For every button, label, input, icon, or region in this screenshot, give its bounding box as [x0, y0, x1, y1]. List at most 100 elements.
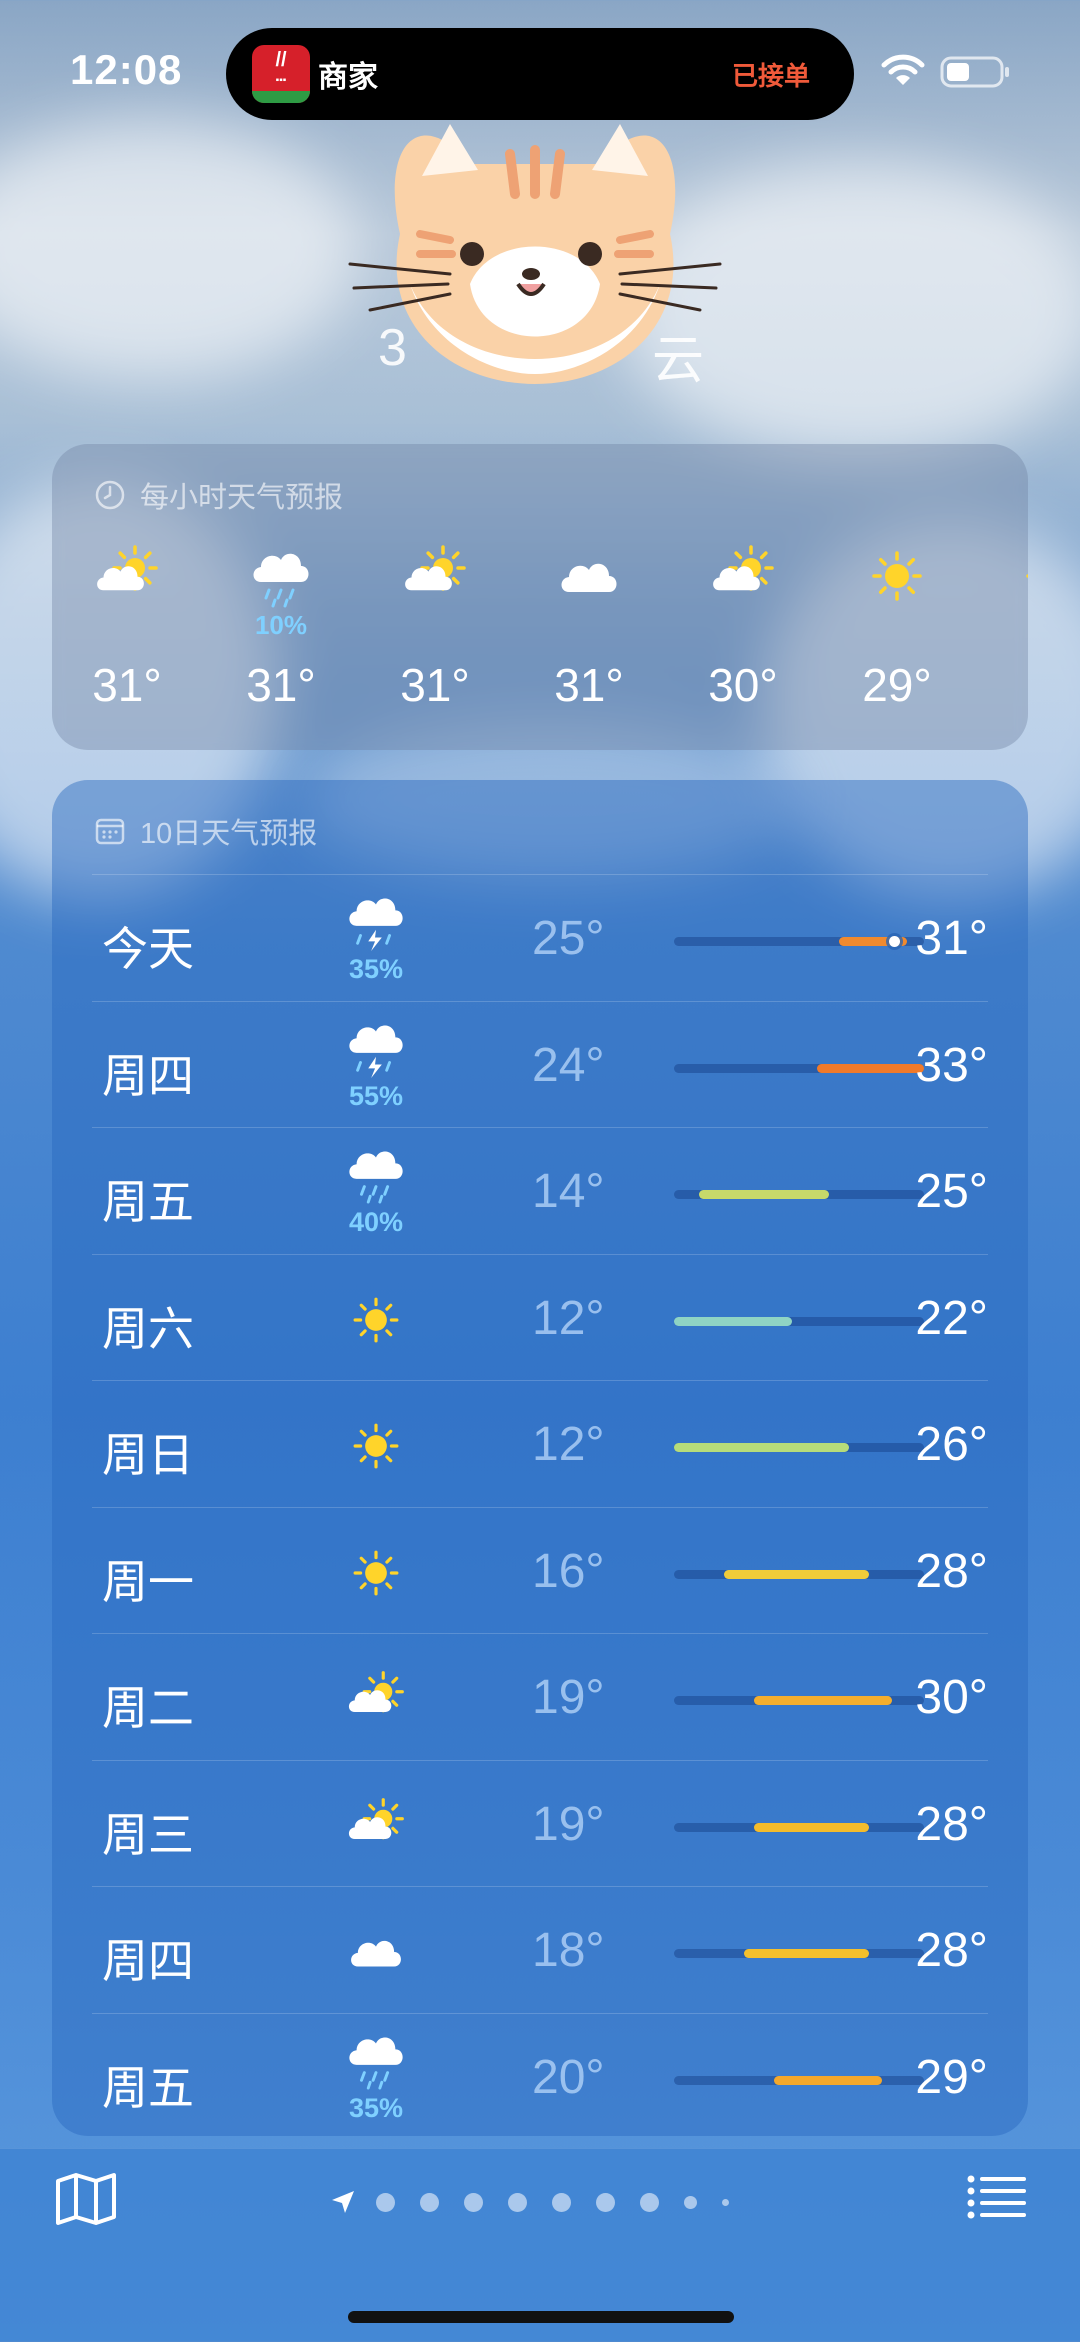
map-icon[interactable]: [54, 2171, 118, 2227]
daily-row[interactable]: 周一 16° 28°: [92, 1506, 988, 1634]
temp-range-bar: [674, 1696, 924, 1705]
sun-icon: [1026, 574, 1028, 578]
day-condition: [330, 1670, 422, 1733]
home-indicator[interactable]: [348, 2311, 734, 2323]
day-name: 周四: [102, 1049, 194, 1102]
temp-range-fill: [816, 1063, 924, 1073]
temp-range-bar: [674, 1063, 924, 1073]
hourly-icon-wrap: [380, 544, 490, 608]
day-name: 周三: [102, 1808, 194, 1861]
thunderstorm-icon: [349, 1024, 403, 1078]
daily-row[interactable]: 周五 40% 14° 25°: [92, 1127, 988, 1254]
day-low-temp: 12°: [532, 1291, 605, 1345]
day-high-temp: 28°: [915, 1544, 988, 1598]
hourly-item: 30°: [688, 544, 798, 712]
partly-sunny-icon: [348, 1671, 404, 1713]
page-dot[interactable]: [552, 2192, 571, 2212]
temp-range-fill: [724, 1569, 869, 1579]
day-low-temp: 12°: [532, 1418, 605, 1471]
day-high-temp: 29°: [915, 2050, 988, 2104]
hourly-icon-wrap: [842, 544, 952, 608]
daily-row[interactable]: 周三 19° 28°: [92, 1759, 988, 1887]
partly-sunny-icon: [405, 545, 466, 591]
temp-range-fill: [744, 1949, 869, 1958]
hourly-icon-wrap: [688, 544, 798, 608]
live-activity-status: 已接单: [731, 60, 810, 91]
day-precip: 40%: [348, 1207, 404, 1237]
ten-day-forecast-card[interactable]: 10日天气预报 今天 35% 25° 31° 周四 55% 24° 33° 周五 40% 14° 25…: [52, 780, 1028, 2136]
day-low-temp: 20°: [532, 2050, 605, 2104]
daily-row[interactable]: 周五 35% 20° 29°: [92, 2012, 988, 2137]
page-indicator[interactable]: [330, 2189, 754, 2215]
battery-icon: [940, 56, 1009, 88]
rain-cloud-icon: [349, 1151, 403, 1204]
status-time: 12:08: [70, 46, 183, 93]
day-condition: [330, 1923, 422, 1986]
page-dot[interactable]: [640, 2192, 659, 2212]
hourly-icon-wrap: [72, 544, 182, 608]
temp-range-bar: [674, 1190, 924, 1199]
day-high-temp: 26°: [915, 1418, 988, 1471]
day-low-temp: 14°: [532, 1165, 605, 1218]
temp-range-bar: [674, 936, 924, 947]
cloud-icon: [561, 563, 617, 592]
day-name: 周日: [102, 1429, 194, 1481]
day-high-temp: 33°: [915, 1038, 988, 1092]
day-name: 周四: [102, 1935, 194, 1987]
hourly-temp: 31°: [554, 659, 624, 711]
page-dot[interactable]: [420, 2192, 439, 2212]
hourly-item: 31°: [72, 544, 182, 712]
hourly-temp: 2: [996, 658, 1028, 712]
calendar-icon: [95, 818, 125, 845]
store-app-icon: // ▪▪▪: [252, 45, 310, 103]
day-low-temp: 18°: [532, 1924, 605, 1977]
hourly-item: 2: [996, 544, 1028, 712]
daily-row[interactable]: 今天 35% 25° 31°: [92, 874, 988, 1001]
day-low-temp: 24°: [532, 1038, 605, 1092]
temp-range-bar: [674, 2075, 924, 2085]
bottom-toolbar: [0, 2148, 1080, 2342]
hourly-temp: 31°: [246, 659, 316, 711]
daily-row[interactable]: 周日 12° 26°: [92, 1380, 988, 1507]
hourly-forecast-card[interactable]: 每小时天气预报 31° 10% 31° 31° 31° 30° 29° 2: [52, 444, 1028, 750]
hourly-forecast-title: 每小时天气预报: [140, 482, 344, 514]
page-dot[interactable]: [722, 2198, 729, 2206]
day-high-temp: 28°: [915, 1924, 988, 1977]
day-condition: 35%: [330, 2028, 422, 2124]
temp-range-bar: [674, 1443, 924, 1452]
day-name: 周五: [102, 1176, 194, 1228]
page-dot[interactable]: [464, 2192, 483, 2212]
list-icon[interactable]: [966, 2173, 1026, 2221]
hourly-temp: 31°: [92, 659, 162, 711]
clock-icon: [95, 480, 125, 510]
page-dot[interactable]: [376, 2192, 395, 2212]
page-dot[interactable]: [596, 2192, 615, 2212]
current-temp-dot: [889, 936, 900, 947]
page-dot[interactable]: [684, 2195, 697, 2209]
daily-row[interactable]: 周四 55% 24° 33°: [92, 1000, 988, 1128]
wifi-icon: [881, 54, 925, 85]
hourly-temp: 31°: [400, 659, 470, 711]
daily-row[interactable]: 周二 19° 30°: [92, 1633, 988, 1760]
temp-range-fill: [699, 1190, 829, 1199]
thunderstorm-icon: [349, 898, 403, 951]
day-low-temp: 25°: [532, 912, 605, 965]
temp-range-bar: [674, 1949, 924, 1958]
day-low-temp: 19°: [532, 1671, 605, 1724]
day-high-temp: 31°: [915, 912, 988, 965]
daily-row[interactable]: 周六 12° 22°: [92, 1253, 988, 1381]
day-low-temp: 19°: [532, 1797, 605, 1851]
day-high-temp: 22°: [915, 1291, 988, 1345]
partly-sunny-icon: [97, 545, 158, 591]
day-condition: 40%: [330, 1142, 422, 1238]
hourly-icon-wrap: [226, 544, 336, 608]
hourly-temp: 29°: [862, 659, 932, 711]
sun-icon: [872, 551, 922, 601]
temp-range-fill: [774, 2075, 882, 2085]
day-name: 今天: [102, 923, 194, 975]
daily-row[interactable]: 周四 18° 28°: [92, 1886, 988, 2013]
temp-range-bar: [674, 1569, 924, 1579]
page-dot[interactable]: [508, 2192, 527, 2212]
day-high-temp: 25°: [915, 1165, 988, 1218]
day-name: 周六: [102, 1302, 194, 1355]
